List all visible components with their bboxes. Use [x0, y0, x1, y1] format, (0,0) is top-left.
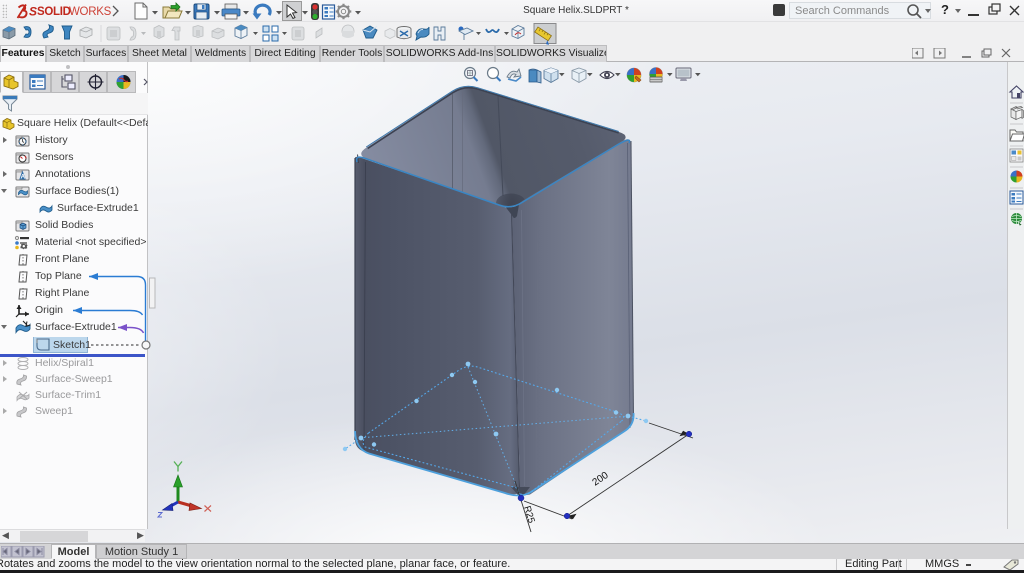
svg-text:SOLID: SOLID	[37, 6, 71, 18]
svg-text:200: 200	[591, 470, 611, 489]
svg-text:WORKS: WORKS	[69, 6, 112, 18]
svg-text:S: S	[29, 5, 37, 19]
svg-text:A: A	[21, 174, 26, 181]
svg-text:R25: R25	[521, 505, 537, 525]
